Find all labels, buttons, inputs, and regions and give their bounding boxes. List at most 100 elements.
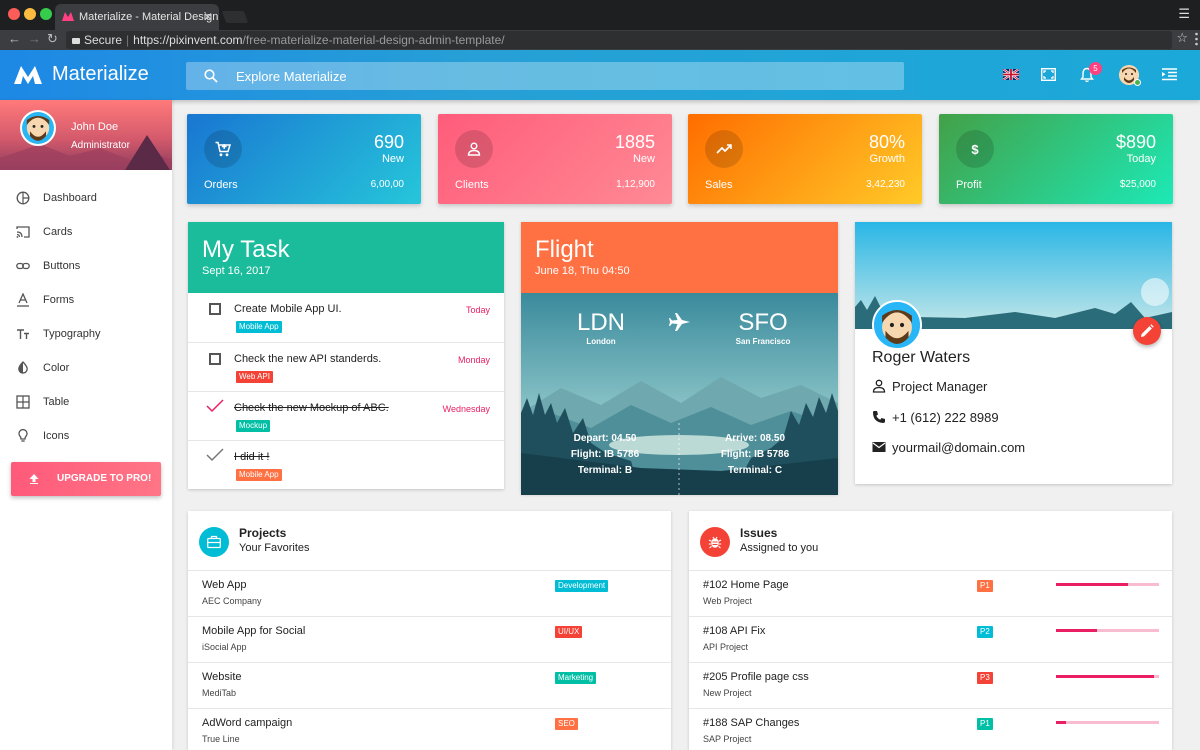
issues-card: Issues Assigned to you #102 Home Page We… <box>689 511 1172 750</box>
sidebar-item-label: Typography <box>43 328 100 340</box>
minimize-window-button[interactable] <box>24 8 36 20</box>
fullscreen-icon[interactable] <box>1041 68 1056 81</box>
project-name: Mobile App for Social <box>202 625 305 637</box>
arrival-city-name: San Francisco <box>729 337 797 346</box>
project-row[interactable]: Website MediTab Marketing <box>188 662 671 708</box>
link-icon <box>16 259 30 273</box>
chat-panel-toggle-icon[interactable] <box>1162 68 1177 81</box>
profile-avatar[interactable] <box>872 300 922 350</box>
task-item[interactable]: Check the new Mockup of ABC. Wednesday M… <box>188 391 504 440</box>
url-host: https://pixinvent.com <box>133 33 242 47</box>
url-field[interactable]: Secure|https://pixinvent.com/free-materi… <box>66 31 1172 49</box>
task-checkbox[interactable] <box>209 303 221 315</box>
project-client: iSocial App <box>202 642 247 652</box>
sidebar-item-color[interactable]: Color <box>0 351 172 385</box>
issue-row[interactable]: #102 Home Page Web Project P1 <box>689 570 1172 616</box>
task-text: Check the new Mockup of ABC. <box>234 402 389 414</box>
sidebar-item-dashboard[interactable]: Dashboard <box>0 181 172 215</box>
stat-subtitle: New <box>382 153 404 165</box>
sidebar-item-table[interactable]: Table <box>0 385 172 419</box>
profile-phone[interactable]: +1 (612) 222 8989 <box>892 410 999 425</box>
stat-card-profit[interactable]: $ $890 Today Profit $25,000 <box>939 114 1173 204</box>
person-icon <box>872 379 886 393</box>
stat-value: 690 <box>374 132 404 153</box>
issue-progress-track <box>1056 721 1159 724</box>
issue-row[interactable]: #108 API Fix API Project P2 <box>689 616 1172 662</box>
task-tag: Web API <box>236 371 273 383</box>
stat-amount: 6,00,00 <box>371 179 404 190</box>
issue-priority: P1 <box>977 580 993 592</box>
sidebar-user-name[interactable]: John Doe <box>71 121 118 133</box>
issue-priority: P2 <box>977 626 993 638</box>
task-card-title: My Task <box>202 236 290 264</box>
uk-flag-icon[interactable] <box>1003 69 1019 80</box>
address-bar: ← → ↻ Secure|https://pixinvent.com/free-… <box>0 30 1200 50</box>
projects-subtitle: Your Favorites <box>239 542 310 554</box>
issue-row[interactable]: #205 Profile page css New Project P3 <box>689 662 1172 708</box>
new-tab-button[interactable] <box>222 11 248 23</box>
project-tag: Development <box>555 580 608 592</box>
stat-amount: $25,000 <box>1120 179 1156 190</box>
task-text: Create Mobile App UI. <box>234 303 342 315</box>
task-item[interactable]: I did it ! Mobile App <box>188 440 504 489</box>
task-card-date: Sept 16, 2017 <box>202 265 271 277</box>
sidebar-item-icons[interactable]: Icons <box>0 419 172 453</box>
browser-tab[interactable]: Materialize - Material Design A ✕ <box>55 4 219 30</box>
search-input[interactable] <box>236 62 876 90</box>
forward-icon[interactable]: → <box>28 31 41 46</box>
sidebar-item-cards[interactable]: Cards <box>0 215 172 249</box>
departure-city-name: London <box>573 337 629 346</box>
project-name: Website <box>202 671 242 683</box>
depart-flight: Flight: IB 5786 <box>563 447 647 463</box>
issue-name: #188 SAP Changes <box>703 717 799 729</box>
sidebar-user-avatar[interactable] <box>20 110 56 146</box>
task-card-header: My Task Sept 16, 2017 <box>188 222 504 293</box>
task-day: Today <box>466 305 490 315</box>
checkmark-icon[interactable] <box>206 448 224 462</box>
issue-project: New Project <box>703 688 752 698</box>
project-row[interactable]: Web App AEC Company Development <box>188 570 671 616</box>
profile-email[interactable]: yourmail@domain.com <box>892 440 1025 455</box>
profile-menu-icon[interactable]: ☰ <box>1178 6 1190 22</box>
project-client: True Line <box>202 734 240 744</box>
app-header: Materialize 5 <box>0 50 1200 100</box>
departure-details: Depart: 04.50 Flight: IB 5786 Terminal: … <box>563 431 647 479</box>
sidebar-item-buttons[interactable]: Buttons <box>0 249 172 283</box>
stat-card-sales[interactable]: 80% Growth Sales 3,42,230 <box>688 114 922 204</box>
upgrade-to-pro-button[interactable]: UPGRADE TO PRO! <box>11 462 161 496</box>
task-item[interactable]: Create Mobile App UI. Today Mobile App <box>188 293 504 342</box>
close-window-button[interactable] <box>8 8 20 20</box>
stat-card-clients[interactable]: 1885 New Clients 1,12,900 <box>438 114 672 204</box>
stat-value: 80% <box>869 132 905 153</box>
browser-menu-icon[interactable] <box>1195 32 1198 46</box>
task-day: Monday <box>458 355 490 365</box>
checkmark-icon[interactable] <box>206 399 224 413</box>
issue-name: #205 Profile page css <box>703 671 809 683</box>
tab-close-icon[interactable]: ✕ <box>203 4 213 30</box>
task-item[interactable]: Check the new API standerds. Monday Web … <box>188 342 504 391</box>
stat-subtitle: Today <box>1127 153 1156 165</box>
lock-icon <box>72 38 80 44</box>
project-row[interactable]: AdWord campaign True Line SEO <box>188 708 671 750</box>
stat-name: Sales <box>705 179 733 191</box>
back-icon[interactable]: ← <box>8 31 21 46</box>
issue-progress-fill <box>1056 583 1128 586</box>
stat-icon-circle <box>705 130 743 168</box>
task-tag: Mobile App <box>236 469 282 481</box>
task-tag: Mobile App <box>236 321 282 333</box>
task-checkbox[interactable] <box>209 353 221 365</box>
secure-label: Secure <box>84 33 122 47</box>
project-name: AdWord campaign <box>202 717 292 729</box>
issue-priority: P1 <box>977 718 993 730</box>
brand-name[interactable]: Materialize <box>52 63 149 86</box>
stat-card-orders[interactable]: 690 New Orders 6,00,00 <box>187 114 421 204</box>
bookmark-star-icon[interactable]: ☆ <box>1176 30 1188 46</box>
edit-profile-button[interactable] <box>1133 317 1161 345</box>
reload-icon[interactable]: ↻ <box>47 31 58 47</box>
maximize-window-button[interactable] <box>40 8 52 20</box>
issue-row[interactable]: #188 SAP Changes SAP Project P1 <box>689 708 1172 750</box>
sidebar-item-typography[interactable]: Typography <box>0 317 172 351</box>
sidebar-item-forms[interactable]: Forms <box>0 283 172 317</box>
project-row[interactable]: Mobile App for Social iSocial App UI/UX <box>188 616 671 662</box>
search-icon[interactable] <box>204 69 218 83</box>
